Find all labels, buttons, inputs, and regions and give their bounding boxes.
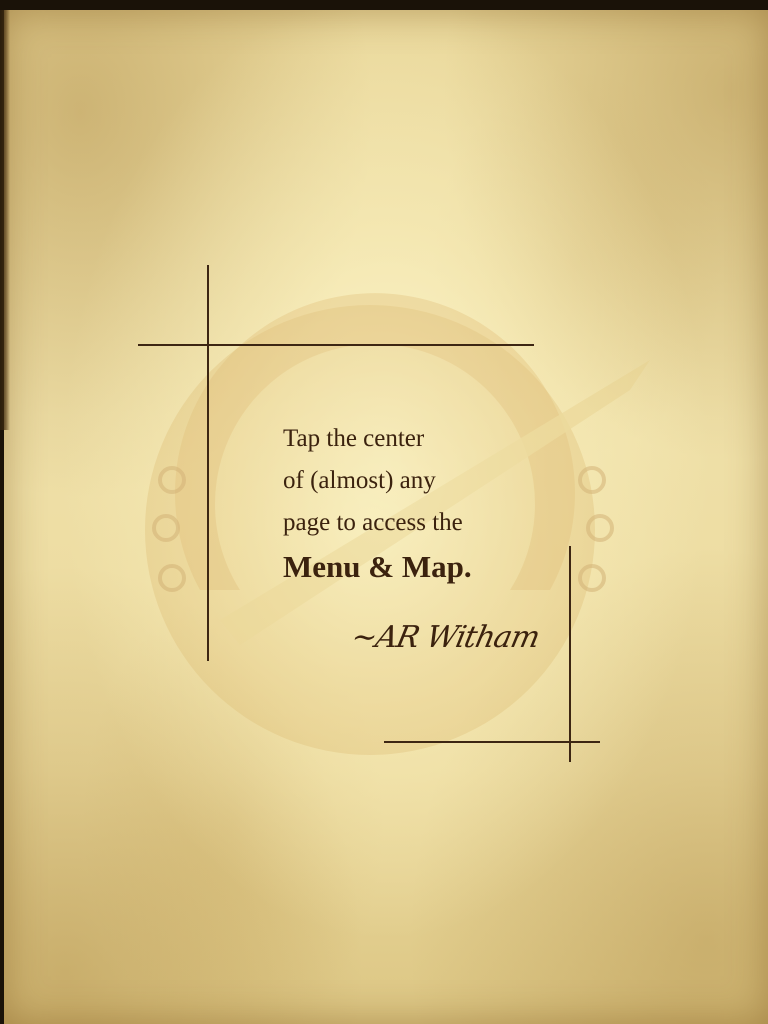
frame-line-bottom-horizontal bbox=[384, 741, 600, 743]
tutorial-page[interactable]: Tap the center of (almost) any page to a… bbox=[0, 0, 768, 1024]
author-signature: ~AR Witham bbox=[348, 620, 543, 655]
frame-line-top-horizontal bbox=[138, 344, 534, 346]
frame-line-left-vertical bbox=[207, 265, 209, 661]
torn-edge-shadow bbox=[0, 10, 10, 430]
instruction-line-3: page to access the bbox=[283, 509, 463, 536]
instruction-text: Tap the center of (almost) any page to a… bbox=[283, 418, 583, 590]
instruction-line-1: Tap the center bbox=[283, 425, 425, 452]
instruction-emphasis: Menu & Map. bbox=[283, 549, 472, 584]
instruction-line-2: of (almost) any bbox=[283, 467, 436, 494]
